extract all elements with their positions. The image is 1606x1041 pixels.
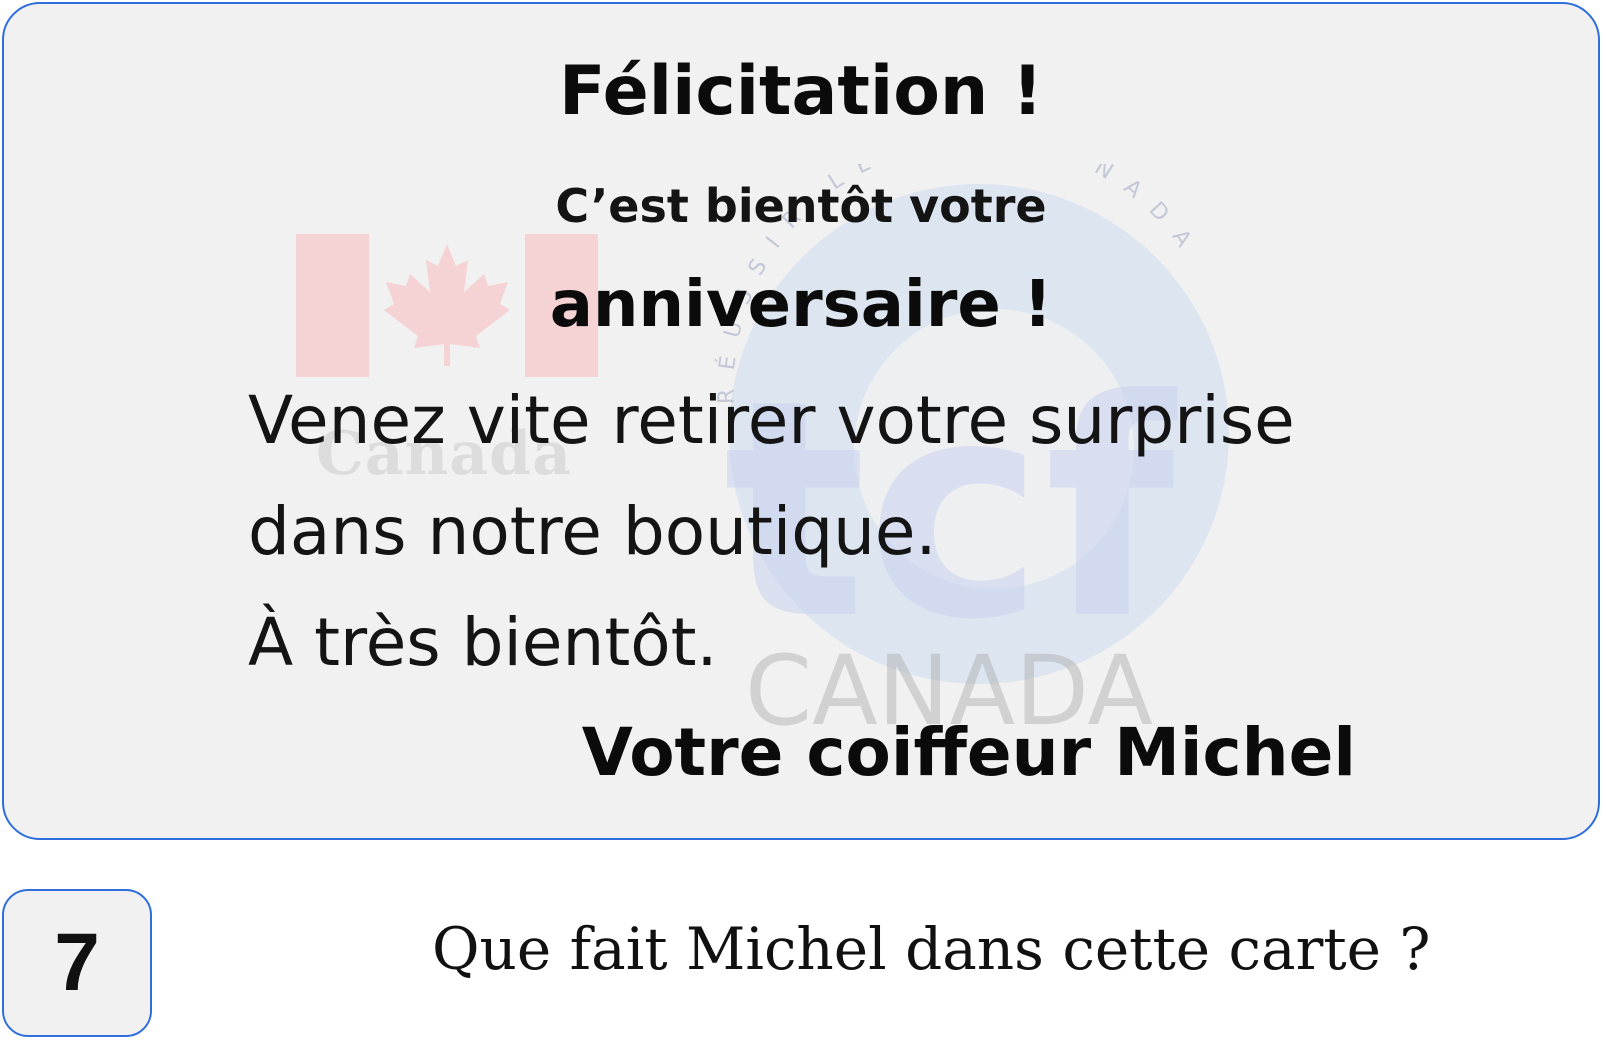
card-subtitle-line1: C’est bientôt votre [555,179,1047,233]
question-text: Que fait Michel dans cette carte ? [432,915,1431,983]
question-number-badge: 7 [2,889,152,1037]
card-body-line-2: dans notre boutique. [248,493,937,570]
card-signature: Votre coiffeur Michel [581,714,1356,791]
announcement-card: Canada tcf CANADA RÉUSSIR LE TCF CANADA … [2,2,1600,840]
card-body-line-3: À très bientôt. [248,604,718,681]
card-body-line-1: Venez vite retirer votre surprise [248,382,1295,459]
card-subtitle-line2: anniversaire ! [549,268,1053,342]
card-title: Félicitation ! [558,52,1044,131]
tcf-canada-logo-watermark: tcf CANADA RÉUSSIR LE TCF CANADA [714,164,1229,747]
